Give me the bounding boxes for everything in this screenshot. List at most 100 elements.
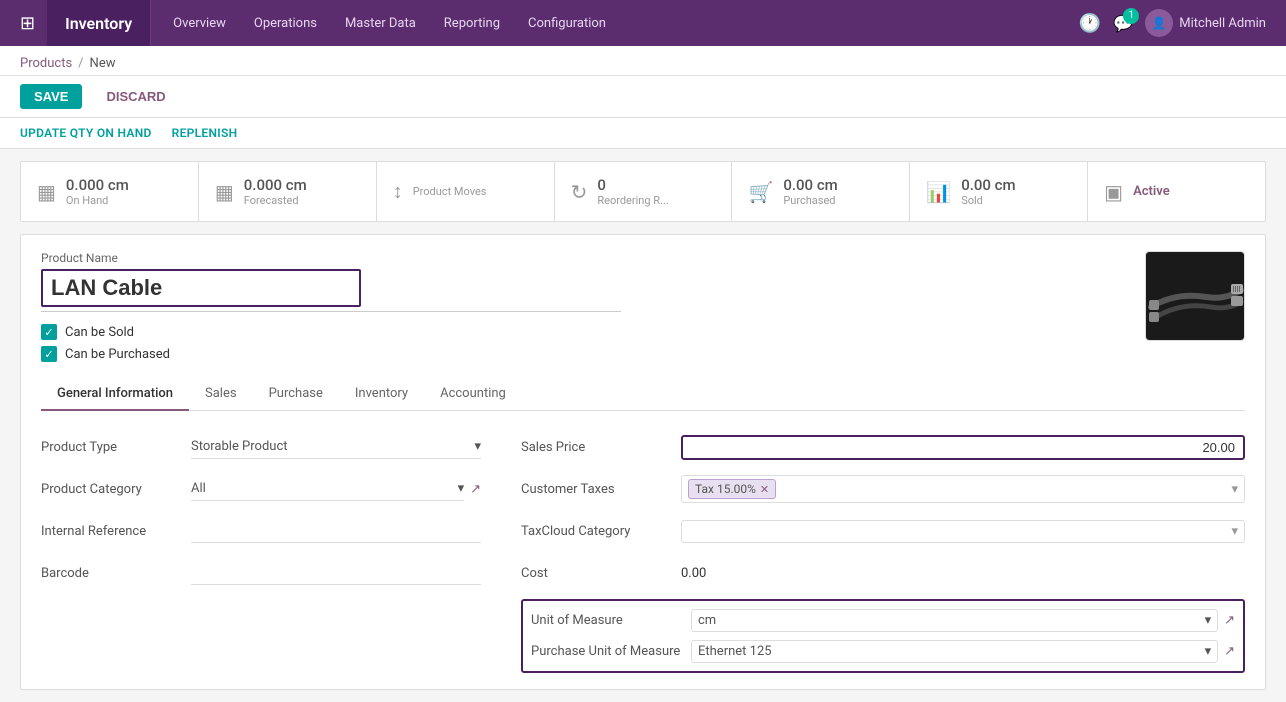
tax-badge-remove[interactable]: ✕	[760, 483, 769, 496]
internal-reference-label: Internal Reference	[41, 524, 191, 539]
sales-price-label: Sales Price	[521, 440, 681, 455]
stat-on-hand[interactable]: ▦ 0.000 cm On Hand	[21, 162, 199, 221]
on-hand-icon: ▦	[37, 180, 56, 204]
uom-select[interactable]: cm ▾	[691, 609, 1218, 632]
nav-menu: Overview Operations Master Data Reportin…	[151, 0, 1079, 46]
uom-wrapper: Unit of Measure cm ▾ ↗ Purchase Unit of …	[521, 599, 1245, 673]
nav-configuration[interactable]: Configuration	[514, 0, 620, 46]
chat-icon[interactable]: 💬 1	[1113, 14, 1133, 33]
nav-right-area: 🕐 💬 1 👤 Mitchell Admin	[1079, 9, 1278, 37]
reordering-label: Reordering R...	[597, 194, 668, 207]
tab-inventory[interactable]: Inventory	[339, 378, 424, 411]
tab-sales[interactable]: Sales	[189, 378, 253, 411]
sales-price-input[interactable]	[691, 440, 1235, 455]
purchased-label: Purchased	[783, 194, 837, 207]
forecasted-label: Forecasted	[244, 194, 307, 207]
taxcloud-category-row: TaxCloud Category ▾	[521, 515, 1245, 547]
breadcrumb-current: New	[90, 56, 116, 71]
sold-icon: 📊	[926, 180, 951, 204]
stat-active[interactable]: ▣ Active	[1088, 162, 1265, 221]
nav-operations[interactable]: Operations	[240, 0, 331, 46]
app-title[interactable]: Inventory	[47, 0, 151, 46]
user-avatar: 👤	[1145, 9, 1173, 37]
tab-general-information[interactable]: General Information	[41, 378, 189, 411]
breadcrumb-products[interactable]: Products	[20, 56, 72, 71]
internal-reference-input[interactable]	[191, 519, 481, 543]
forecasted-value: 0.000 cm	[244, 176, 307, 194]
product-header: Product Name ✓ Can be Sold ✓ Can be Purc…	[41, 251, 1245, 362]
reordering-value: 0	[597, 176, 668, 194]
stat-sold[interactable]: 📊 0.00 cm Sold	[910, 162, 1088, 221]
taxcloud-category-select[interactable]: ▾	[681, 520, 1245, 543]
action-area: SAVE DISCARD	[0, 76, 1286, 118]
chat-badge: 1	[1123, 8, 1139, 24]
can-be-purchased-row: ✓ Can be Purchased	[41, 346, 1145, 362]
stat-forecasted[interactable]: ▦ 0.000 cm Forecasted	[199, 162, 377, 221]
internal-reference-row: Internal Reference	[41, 515, 481, 547]
product-moves-icon: ↕	[393, 179, 403, 204]
product-category-label: Product Category	[41, 482, 191, 497]
update-qty-button[interactable]: UPDATE QTY ON HAND	[20, 126, 152, 140]
uom-external-link[interactable]: ↗	[1224, 613, 1235, 628]
tabs-bar: General Information Sales Purchase Inven…	[41, 378, 1245, 411]
can-be-sold-label: Can be Sold	[65, 325, 134, 340]
reordering-icon: ↻	[571, 180, 588, 204]
secondary-actions: UPDATE QTY ON HAND REPLENISH	[0, 118, 1286, 149]
user-menu[interactable]: 👤 Mitchell Admin	[1145, 9, 1266, 37]
uom-row: Unit of Measure cm ▾ ↗	[531, 609, 1235, 632]
product-category-row: Product Category All ▾ ↗	[41, 473, 481, 505]
tab-purchase[interactable]: Purchase	[253, 378, 339, 411]
product-name-area: Product Name ✓ Can be Sold ✓ Can be Purc…	[41, 251, 1145, 362]
product-name-label: Product Name	[41, 251, 1145, 265]
customer-taxes-dropdown-icon: ▾	[1231, 482, 1238, 497]
stat-product-moves[interactable]: ↕ Product Moves	[377, 162, 555, 221]
product-image-svg	[1146, 252, 1244, 340]
clock-icon[interactable]: 🕐	[1079, 13, 1101, 34]
customer-taxes-label: Customer Taxes	[521, 482, 681, 497]
purchase-uom-dropdown-icon: ▾	[1205, 644, 1212, 659]
customer-taxes-row: Customer Taxes Tax 15.00% ✕ ▾	[521, 473, 1245, 505]
product-name-input[interactable]	[41, 269, 361, 307]
can-be-sold-row: ✓ Can be Sold	[41, 324, 1145, 340]
product-category-select[interactable]: All ▾	[191, 477, 464, 501]
product-category-external-link[interactable]: ↗	[470, 482, 481, 497]
barcode-input[interactable]	[191, 561, 481, 585]
active-label: Active	[1133, 184, 1170, 199]
discard-button[interactable]: DISCARD	[92, 84, 179, 109]
user-name: Mitchell Admin	[1179, 16, 1266, 31]
stat-purchased[interactable]: 🛒 0.00 cm Purchased	[732, 162, 910, 221]
taxcloud-category-label: TaxCloud Category	[521, 524, 681, 539]
product-category-dropdown-icon: ▾	[458, 481, 465, 496]
purchased-icon: 🛒	[748, 180, 773, 204]
tab-accounting[interactable]: Accounting	[424, 378, 522, 411]
nav-master-data[interactable]: Master Data	[331, 0, 430, 46]
top-navigation: ⊞ Inventory Overview Operations Master D…	[0, 0, 1286, 46]
nav-reporting[interactable]: Reporting	[430, 0, 514, 46]
uom-dropdown-icon: ▾	[1205, 613, 1212, 628]
active-icon: ▣	[1104, 180, 1123, 204]
purchase-uom-external-link[interactable]: ↗	[1224, 644, 1235, 659]
customer-taxes-wrapper[interactable]: Tax 15.00% ✕ ▾	[681, 475, 1245, 503]
stats-bar: ▦ 0.000 cm On Hand ▦ 0.000 cm Forecasted…	[20, 161, 1266, 222]
barcode-row: Barcode	[41, 557, 481, 589]
save-button[interactable]: SAVE	[20, 84, 82, 109]
form-right: Sales Price Customer Taxes Tax 15.00% ✕	[521, 431, 1245, 673]
barcode-label: Barcode	[41, 566, 191, 581]
product-moves-label: Product Moves	[413, 185, 487, 198]
product-type-dropdown-icon: ▾	[474, 439, 481, 454]
purchase-uom-row: Purchase Unit of Measure Ethernet 125 ▾ …	[531, 640, 1235, 663]
can-be-purchased-checkbox[interactable]: ✓	[41, 346, 57, 362]
purchase-uom-label: Purchase Unit of Measure	[531, 644, 691, 659]
purchase-uom-select[interactable]: Ethernet 125 ▾	[691, 640, 1218, 663]
product-image[interactable]	[1145, 251, 1245, 341]
purchased-value: 0.00 cm	[783, 176, 837, 194]
replenish-button[interactable]: REPLENISH	[172, 126, 238, 140]
product-type-select[interactable]: Storable Product ▾	[191, 435, 481, 459]
can-be-sold-checkbox[interactable]: ✓	[41, 324, 57, 340]
stat-reordering[interactable]: ↻ 0 Reordering R...	[555, 162, 733, 221]
on-hand-label: On Hand	[66, 194, 129, 207]
sales-price-row: Sales Price	[521, 431, 1245, 463]
nav-overview[interactable]: Overview	[159, 0, 240, 46]
uom-label: Unit of Measure	[531, 613, 691, 628]
grid-menu-icon[interactable]: ⊞	[8, 13, 47, 34]
